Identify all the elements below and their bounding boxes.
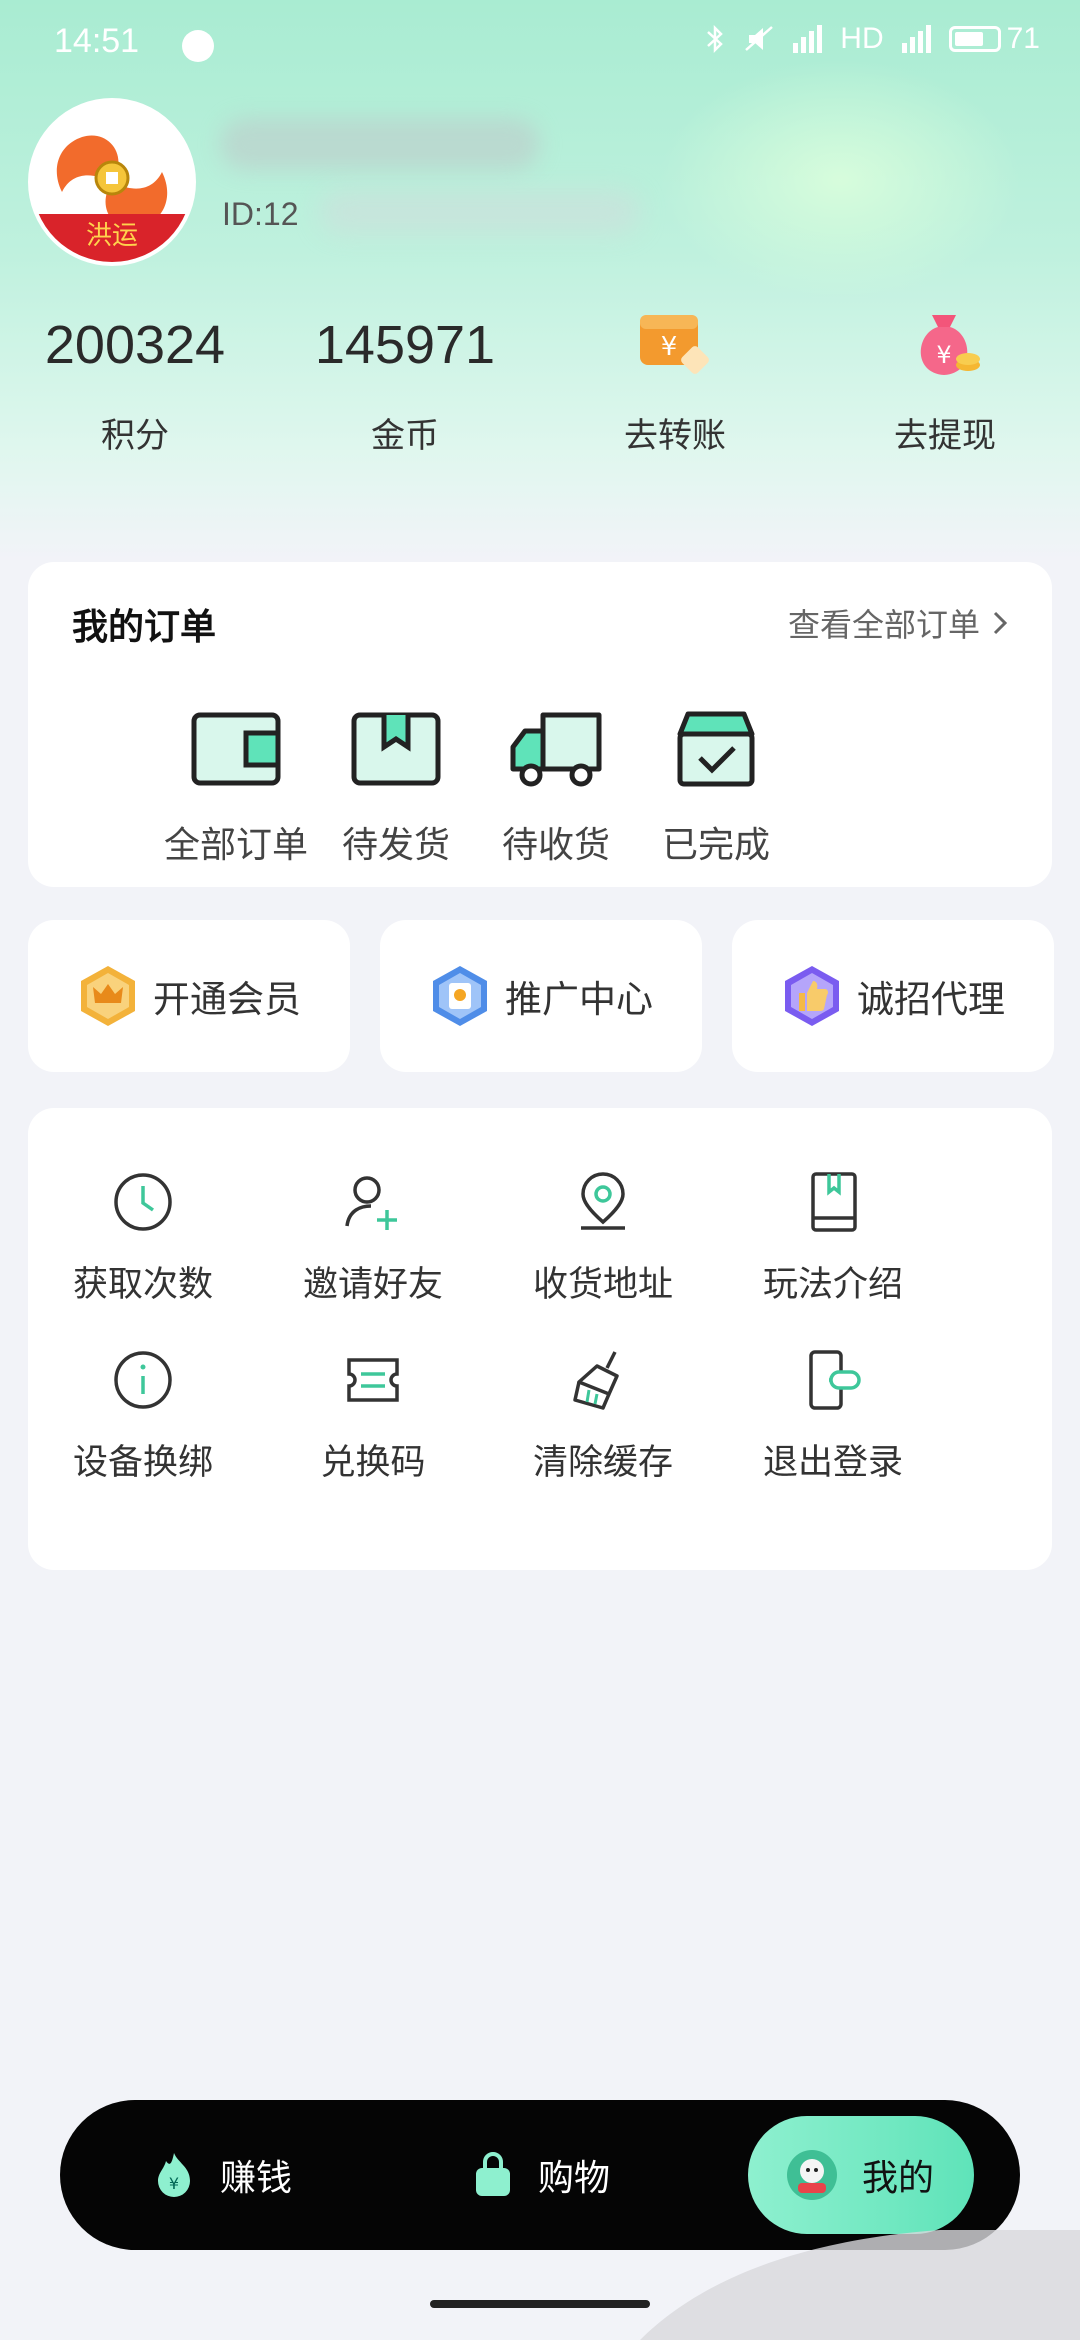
- points-label: 积分: [101, 416, 169, 456]
- promo-center-label: 推广中心: [505, 978, 653, 1021]
- promo-badge-icon: [433, 966, 487, 1026]
- open-membership-label: 开通会员: [153, 978, 301, 1021]
- tools-card: 获取次数 邀请好友 收货地址 玩法介绍 设备换绑 兑换码 清除缓存 退出登录: [28, 1108, 1052, 1570]
- logout-icon: [809, 1350, 861, 1410]
- order-completed-label: 已完成: [661, 825, 770, 866]
- yuan-card-icon: ¥: [640, 315, 709, 374]
- invite-friends-label: 邀请好友: [302, 1265, 443, 1305]
- user-avatar-icon: [787, 2150, 837, 2200]
- coins-stat[interactable]: 145971 金币: [270, 300, 540, 457]
- orders-card: 我的订单 查看全部订单 全部订单 待发货 待收货 已完成: [28, 562, 1052, 887]
- chevron-right-icon: [993, 611, 1008, 635]
- redeem-code-label: 兑换码: [320, 1443, 426, 1483]
- agent-recruit-button[interactable]: 诚招代理: [732, 920, 1054, 1072]
- avatar[interactable]: 洪运: [28, 98, 196, 266]
- flame-coin-icon: ¥: [158, 2153, 190, 2197]
- logout-label: 退出登录: [762, 1443, 903, 1483]
- svg-text:¥: ¥: [936, 341, 951, 369]
- header-glow: [660, 60, 1020, 300]
- transfer-label: 去转账: [624, 416, 726, 456]
- clear-cache-button[interactable]: 清除缓存: [488, 1344, 718, 1485]
- promo-center-button[interactable]: 推广中心: [380, 920, 702, 1072]
- svg-text:¥: ¥: [661, 332, 678, 362]
- status-time: 14:51: [54, 22, 140, 60]
- status-bar: 14:51 HD 71: [0, 0, 1080, 92]
- battery-icon: 71: [948, 22, 1040, 56]
- orders-title: 我的订单: [72, 607, 217, 648]
- nav-earn-label: 赚钱: [220, 2158, 293, 2199]
- clear-cache-label: 清除缓存: [532, 1443, 673, 1483]
- money-bag-icon: ¥: [920, 315, 980, 375]
- thumbs-up-badge-icon: [785, 966, 839, 1026]
- coins-label: 金币: [371, 416, 439, 456]
- username-blurred: [220, 118, 540, 170]
- stats-row: 200324 积分 145971 金币 ¥ 去转账 ¥ 去提现: [0, 300, 1080, 470]
- device-rebind-button[interactable]: 设备换绑: [28, 1344, 258, 1485]
- withdraw-label: 去提现: [894, 416, 996, 456]
- nav-earn[interactable]: ¥ 赚钱: [152, 2100, 292, 2250]
- view-all-orders-link[interactable]: 查看全部订单: [788, 600, 1008, 646]
- add-user-icon: [345, 1176, 397, 1230]
- points-stat[interactable]: 200324 积分: [0, 300, 270, 457]
- shipping-address-button[interactable]: 收货地址: [488, 1166, 718, 1307]
- nav-shop-label: 购物: [538, 2158, 611, 2199]
- bluetooth-icon: [707, 24, 724, 54]
- get-attempts-label: 获取次数: [72, 1265, 213, 1305]
- ticket-icon: [347, 1358, 399, 1402]
- svg-text:¥: ¥: [169, 2174, 179, 2193]
- nav-shop[interactable]: 购物: [472, 2100, 610, 2250]
- shopping-bag-icon: [476, 2152, 510, 2196]
- how-to-play-button[interactable]: 玩法介绍: [718, 1166, 948, 1307]
- location-pin-icon: [581, 1172, 625, 1230]
- nav-mine-label: 我的: [862, 2158, 935, 2199]
- user-id: ID:12: [222, 196, 299, 232]
- nav-mine[interactable]: 我的: [748, 2116, 975, 2234]
- shipping-address-label: 收货地址: [532, 1265, 673, 1305]
- view-all-orders-label: 查看全部订单: [787, 606, 980, 644]
- box-check-icon: [677, 711, 755, 787]
- clock-icon: [114, 1173, 172, 1231]
- signal-icon: [793, 25, 823, 53]
- get-attempts-button[interactable]: 获取次数: [28, 1166, 258, 1307]
- notification-dot-icon: [182, 30, 214, 62]
- agent-recruit-label: 诚招代理: [857, 978, 1005, 1021]
- network-type: HD: [840, 22, 884, 55]
- avatar-banner: 洪运: [32, 214, 192, 262]
- transfer-button[interactable]: ¥ 去转账: [540, 300, 810, 457]
- device-rebind-label: 设备换绑: [72, 1443, 213, 1483]
- info-icon: [114, 1351, 172, 1409]
- book-icon: [811, 1172, 857, 1232]
- invite-friends-button[interactable]: 邀请好友: [258, 1166, 488, 1307]
- points-value: 200324: [44, 315, 226, 375]
- battery-level: 71: [1006, 22, 1040, 55]
- redeem-code-button[interactable]: 兑换码: [258, 1344, 488, 1485]
- how-to-play-label: 玩法介绍: [762, 1265, 903, 1305]
- id-blurred: [320, 190, 640, 234]
- crown-badge-icon: [81, 966, 135, 1026]
- open-membership-button[interactable]: 开通会员: [28, 920, 350, 1072]
- order-completed-button[interactable]: 已完成: [588, 704, 844, 868]
- mute-icon: [745, 26, 774, 51]
- home-indicator[interactable]: [430, 2300, 650, 2308]
- corner-decoration: [640, 2230, 1080, 2340]
- broom-icon: [573, 1351, 619, 1410]
- coins-value: 145971: [314, 315, 496, 375]
- withdraw-button[interactable]: ¥ 去提现: [810, 300, 1080, 457]
- logout-button[interactable]: 退出登录: [718, 1344, 948, 1485]
- signal-2-icon: [901, 25, 931, 53]
- status-icons: HD 71: [705, 22, 1040, 56]
